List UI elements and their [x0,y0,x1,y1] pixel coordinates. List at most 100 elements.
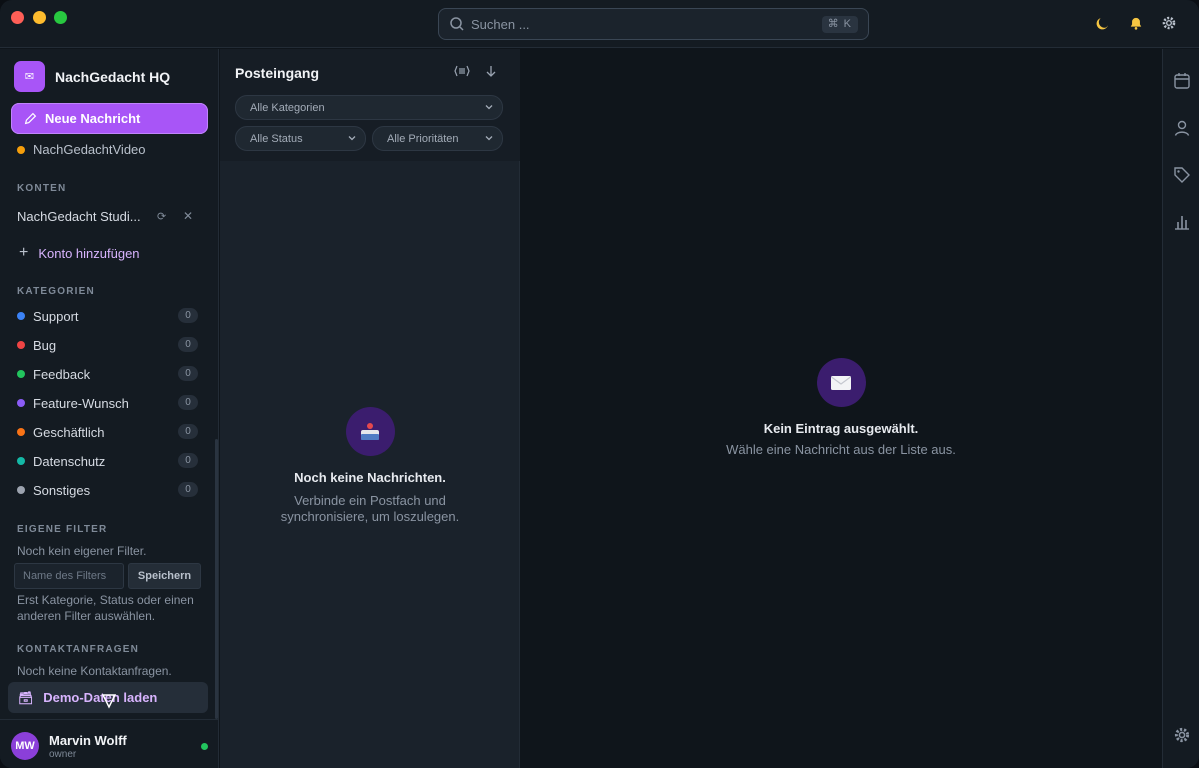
user-icon[interactable] [1173,119,1191,137]
inbox-empty-title: Noch keine Nachrichten. [294,470,446,485]
category-count: 0 [178,308,198,323]
category-count: 0 [178,424,198,439]
bar-chart-icon[interactable] [1173,213,1191,231]
close-icon[interactable]: ✕ [183,209,193,223]
category-dot [17,486,25,494]
section-label-contacts: KONTAKTANFRAGEN [17,644,140,655]
new-message-button[interactable]: Neue Nachricht [11,103,208,134]
user-role: owner [49,749,77,760]
no-filter-text: Noch kein eigener Filter. [17,544,147,558]
category-item-sonstiges[interactable]: Sonstiges 0 [17,480,198,500]
category-count: 0 [178,453,198,468]
close-window-button[interactable] [11,11,24,24]
user-name: Marvin Wolff [49,733,127,748]
category-item-feedback[interactable]: Feedback 0 [17,364,198,384]
sidebar-item-label: NachGedachtVideo [33,142,146,157]
inbox-empty-description: Verbinde ein Postfach und synchronisiere… [280,493,460,524]
plus-icon: + [19,244,29,261]
search-shortcut-badge: ⌘ K [821,16,858,33]
priority-filter-select[interactable]: Alle Prioritäten [372,126,503,151]
inbox-tray-icon [345,407,395,456]
section-label-filters: EIGENE FILTER [17,524,108,535]
mail-logo-icon: ✉ [14,61,45,92]
category-count: 0 [178,337,198,352]
account-name: NachGedacht Studi... [17,209,141,224]
sidebar-scrollbar[interactable] [215,439,218,719]
category-label: Geschäftlich [33,424,105,440]
avatar: MW [11,732,39,760]
detail-empty-description: Wähle eine Nachricht aus der Liste aus. [726,442,956,457]
status-filter-select[interactable]: Alle Status [235,126,366,151]
search-placeholder: Suchen ... [471,17,530,32]
add-account-button[interactable]: + Konto hinzufügen [19,244,140,262]
account-item[interactable]: NachGedacht Studi... ⟳ ✕ [17,209,197,224]
settings-gear-icon[interactable] [1173,726,1191,744]
calendar-icon[interactable] [1173,72,1191,90]
filter-hint: Erst Kategorie, Status oder einen andere… [17,593,194,623]
category-label: Feature-Wunsch [33,395,129,411]
detail-empty-title: Kein Eintrag ausgewählt. [763,421,919,436]
add-account-label: Konto hinzufügen [38,245,140,261]
sidebar: ✉ NachGedacht HQ NachGedachtVideo Neue N… [0,49,219,768]
category-count: 0 [178,482,198,497]
bell-icon[interactable] [1127,14,1145,32]
app-window: Suchen ... ⌘ K ✉ NachGedacht HQ NachGeda… [0,0,1199,768]
status-dot [17,145,25,154]
category-label: Feedback [33,366,91,382]
category-dot [17,370,25,378]
category-item-feature-wunsch[interactable]: Feature-Wunsch 0 [17,393,198,413]
new-message-label: Neue Nachricht [45,111,141,126]
maximize-window-button[interactable] [54,11,67,24]
category-filter-value: Alle Kategorien [250,102,325,114]
envelope-icon [816,358,866,407]
category-label: Datenschutz [33,453,106,469]
moon-icon[interactable] [1093,14,1111,32]
mouse-cursor-icon [101,694,117,709]
online-status-dot [201,743,208,750]
category-count: 0 [178,366,198,381]
save-filter-button[interactable]: Speichern [128,563,201,589]
category-item-bug[interactable]: Bug 0 [17,335,198,355]
category-item-datenschutz[interactable]: Datenschutz 0 [17,451,198,471]
chevron-down-icon [485,136,493,141]
right-rail [1162,49,1199,768]
section-label-accounts: KONTEN [17,183,67,194]
category-dot [17,399,25,407]
inbox-header: Posteingang Alle Kategorien Alle Status … [220,49,520,161]
category-dot [17,312,25,320]
category-count: 0 [178,395,198,410]
section-label-categories: KATEGORIEN [17,286,95,297]
detail-empty-state: Kein Eintrag ausgewählt. Wähle eine Nach… [521,358,1161,457]
sync-icon[interactable]: ⟳ [157,210,166,223]
inbox-title: Posteingang [235,65,320,81]
category-dot [17,428,25,436]
search-icon [450,17,464,31]
inbox-empty-state: Noch keine Nachrichten. Verbinde ein Pos… [220,407,520,525]
category-dot [17,341,25,349]
priority-filter-value: Alle Prioritäten [387,133,459,145]
title-bar: Suchen ... ⌘ K [0,0,1199,48]
gear-icon[interactable] [1160,14,1178,32]
status-filter-value: Alle Status [250,133,303,145]
sort-arrow-down-icon[interactable] [486,65,496,80]
category-label: Support [33,308,79,324]
category-label: Bug [33,337,57,353]
tag-icon[interactable] [1173,166,1191,184]
demo-data-icon: 🗃 [18,690,34,705]
minimize-window-button[interactable] [33,11,46,24]
category-filter-select[interactable]: Alle Kategorien [235,95,503,120]
category-dot [17,457,25,465]
detail-panel: Kein Eintrag ausgewählt. Wähle eine Nach… [521,49,1161,768]
user-profile[interactable]: MW Marvin Wolff owner [0,719,218,768]
filter-name-input[interactable]: Name des Filters [14,563,124,589]
category-item-geschaeftlich[interactable]: Geschäftlich 0 [17,422,198,442]
search-input[interactable]: Suchen ... ⌘ K [438,8,869,40]
list-view-icon[interactable] [454,65,470,80]
brand: ✉ NachGedacht HQ [14,61,170,92]
sidebar-item-nachgedachtvideo[interactable]: NachGedachtVideo [17,142,146,157]
no-contacts-text: Noch keine Kontaktanfragen. [17,664,172,678]
brand-name: NachGedacht HQ [55,68,171,85]
category-label: Sonstiges [33,482,91,498]
chevron-down-icon [485,105,493,110]
category-item-support[interactable]: Support 0 [17,306,198,326]
